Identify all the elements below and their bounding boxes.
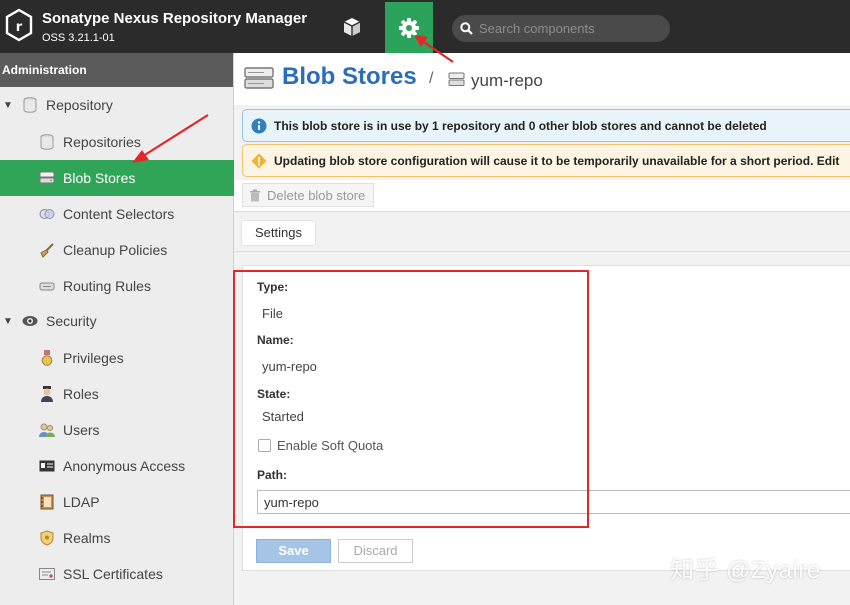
sidebar-group-security[interactable]: ▼ Security xyxy=(0,303,234,339)
delete-blob-store-button[interactable]: Delete blob store xyxy=(242,183,375,207)
sidebar-item-label: Cleanup Policies xyxy=(63,242,168,258)
sidebar-item-anonymous-access[interactable]: Anonymous Access xyxy=(0,448,234,484)
warning-icon xyxy=(251,153,267,168)
top-header: r Sonatype Nexus Repository Manager OSS … xyxy=(0,0,850,53)
warning-notice-text: Updating blob store configuration will c… xyxy=(274,153,840,168)
medal-icon xyxy=(38,350,56,366)
sidebar-item-privileges[interactable]: Privileges xyxy=(0,340,234,376)
users-icon xyxy=(38,422,56,438)
sidebar-item-label: Realms xyxy=(63,530,111,546)
cube-icon xyxy=(343,17,361,36)
sidebar-item-label: Users xyxy=(63,422,100,438)
caret-down-icon[interactable]: ▼ xyxy=(3,316,15,327)
search-icon xyxy=(460,22,473,35)
sidebar-item-label: Repositories xyxy=(63,134,141,150)
browse-button[interactable] xyxy=(330,2,374,51)
broom-icon xyxy=(38,242,56,258)
sidebar-item-realms[interactable]: Realms xyxy=(0,520,234,556)
gear-icon xyxy=(399,17,419,38)
sidebar-item-label: Roles xyxy=(63,386,99,402)
save-button[interactable]: Save xyxy=(256,539,331,563)
info-notice-text: This blob store is in use by 1 repositor… xyxy=(274,118,767,133)
svg-text:r: r xyxy=(16,20,23,35)
annotation-highlight-box xyxy=(233,270,589,528)
sidebar-item-blob-stores[interactable]: Blob Stores xyxy=(0,160,234,196)
sidebar-item-label: Anonymous Access xyxy=(63,458,186,474)
trash-icon xyxy=(250,189,260,201)
address-book-icon xyxy=(38,494,56,510)
shield-icon xyxy=(38,530,56,546)
blob-store-icon xyxy=(448,72,465,86)
sidebar-item-ldap[interactable]: LDAP xyxy=(0,484,234,520)
administration-button[interactable] xyxy=(385,2,433,53)
sidebar-item-roles[interactable]: Roles xyxy=(0,376,234,412)
discard-button[interactable]: Discard xyxy=(338,539,413,563)
sidebar-heading: Administration xyxy=(0,53,233,87)
blob-store-icon xyxy=(38,170,56,186)
role-icon xyxy=(38,386,56,402)
delete-blob-store-label: Delete blob store xyxy=(267,187,366,203)
toolbar: Delete blob store xyxy=(234,180,850,212)
sidebar-item-label: Routing Rules xyxy=(63,278,151,294)
sidebar-item-ssl-certificates[interactable]: SSL Certificates xyxy=(0,556,234,592)
page-title-bar: Blob Stores / yum-repo xyxy=(234,53,850,105)
eye-icon xyxy=(21,313,39,329)
caret-down-icon[interactable]: ▼ xyxy=(3,100,15,111)
database-icon xyxy=(21,97,39,113)
content-selector-icon xyxy=(38,206,56,222)
app-title: Sonatype Nexus Repository Manager xyxy=(42,10,308,27)
sidebar-item-label: SSL Certificates xyxy=(63,566,163,582)
sidebar-item-users[interactable]: Users xyxy=(0,412,234,448)
page-title[interactable]: Blob Stores xyxy=(282,63,417,91)
app-version: OSS 3.21.1-01 xyxy=(42,32,115,44)
blob-store-icon xyxy=(244,67,274,89)
sidebar-item-label: Blob Stores xyxy=(63,170,136,186)
sidebar-group-repository[interactable]: ▼ Repository xyxy=(0,87,234,123)
warning-notice: Updating blob store configuration will c… xyxy=(242,144,850,177)
sidebar-item-cleanup-policies[interactable]: Cleanup Policies xyxy=(0,232,234,268)
info-notice: This blob store is in use by 1 repositor… xyxy=(242,109,850,142)
sidebar-item-label: Security xyxy=(46,313,97,329)
watermark: 知乎 @Zyaire xyxy=(670,557,821,584)
breadcrumb-current: yum-repo xyxy=(471,71,543,90)
sidebar-item-label: Content Selectors xyxy=(63,206,175,222)
tab-bar: Settings xyxy=(234,212,850,252)
certificate-icon xyxy=(38,566,56,582)
sidebar-item-repositories[interactable]: Repositories xyxy=(0,124,234,160)
search-input[interactable] xyxy=(479,21,669,36)
tab-settings[interactable]: Settings xyxy=(241,220,316,246)
sidebar-item-label: LDAP xyxy=(63,494,100,510)
admin-sidebar: Administration ▼ Repository Repositories… xyxy=(0,53,234,605)
sidebar-item-content-selectors[interactable]: Content Selectors xyxy=(0,196,234,232)
sidebar-item-label: Privileges xyxy=(63,350,124,366)
info-icon xyxy=(251,118,267,133)
database-icon xyxy=(38,134,56,150)
sidebar-item-routing-rules[interactable]: Routing Rules xyxy=(0,268,234,304)
nexus-logo-icon[interactable]: r xyxy=(4,8,34,42)
routing-icon xyxy=(38,278,56,294)
breadcrumb-separator: / xyxy=(429,70,434,87)
id-card-icon xyxy=(38,458,56,474)
sidebar-item-label: Repository xyxy=(46,97,113,113)
search-box[interactable] xyxy=(452,15,670,42)
